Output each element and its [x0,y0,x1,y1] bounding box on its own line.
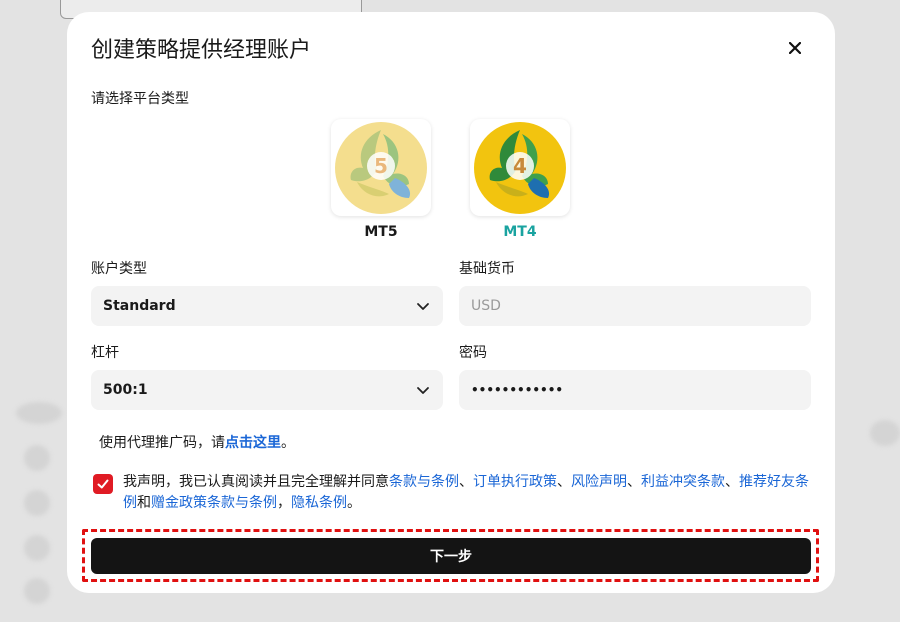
platform-option-mt4[interactable]: 4 [470,119,570,216]
platform-name-mt5: MT5 [364,224,398,240]
account-type-label: 账户类型 [91,261,147,277]
background-shape [24,578,50,604]
and-text: 和 [137,495,151,511]
svg-text:4: 4 [513,154,527,178]
promo-click-here-link[interactable]: 点击这里 [225,435,281,451]
background-shape [24,445,50,471]
declaration-text: 我声明，我已认真阅读并且完全理解并同意条款与条例、订单执行政策、风险声明、利益冲… [123,472,813,514]
chevron-down-icon [417,387,429,394]
password-field[interactable]: •••••••••••• [459,370,811,410]
end-text: 。 [347,495,361,511]
comma-text: ， [277,495,291,511]
platform-option-mt5[interactable]: 5 [331,119,431,216]
separator: 、 [725,474,739,490]
base-currency-label: 基础货币 [459,261,515,277]
platform-label: 请选择平台类型 [91,91,189,107]
svg-text:5: 5 [374,154,388,178]
background-shape [870,420,900,446]
promo-prefix: 使用代理推广码，请 [99,435,225,451]
promo-suffix: 。 [281,435,295,451]
promo-text: 使用代理推广码，请点击这里。 [99,432,295,452]
privacy-policy-link[interactable]: 隐私条例 [291,495,347,511]
next-step-button[interactable]: 下一步 [91,538,811,574]
modal-title: 创建策略提供经理账户 [91,38,312,63]
terms-link[interactable]: 条款与条例 [389,474,459,490]
background-shape [24,535,50,561]
chevron-down-icon [417,303,429,310]
leverage-select[interactable]: 500:1 [91,370,443,410]
platform-name-mt4: MT4 [503,224,537,240]
create-account-modal: 创建策略提供经理账户 请选择平台类型 5 MT5 4 MT4 账户类型 Stan… [67,12,835,593]
check-icon [97,479,109,489]
account-type-select[interactable]: Standard [91,286,443,326]
leverage-label: 杠杆 [91,345,119,361]
background-shape [24,490,50,516]
background-shape [16,402,62,424]
declaration-prefix: 我声明，我已认真阅读并且完全理解并同意 [123,474,389,490]
password-label: 密码 [459,345,487,361]
separator: 、 [557,474,571,490]
risk-disclosure-link[interactable]: 风险声明 [571,474,627,490]
close-icon[interactable] [785,38,805,58]
mt5-logo-icon: 5 [335,121,427,214]
account-type-value: Standard [103,298,176,314]
order-execution-policy-link[interactable]: 订单执行政策 [473,474,557,490]
password-value: •••••••••••• [471,383,564,397]
separator: 、 [459,474,473,490]
bonus-policy-link[interactable]: 赠金政策条款与条例 [151,495,277,511]
agree-checkbox[interactable] [93,474,113,494]
leverage-value: 500:1 [103,382,148,398]
mt4-logo-icon: 4 [474,121,566,214]
base-currency-value: USD [471,298,501,314]
separator: 、 [627,474,641,490]
base-currency-field: USD [459,286,811,326]
conflict-of-interest-link[interactable]: 利益冲突条款 [641,474,725,490]
